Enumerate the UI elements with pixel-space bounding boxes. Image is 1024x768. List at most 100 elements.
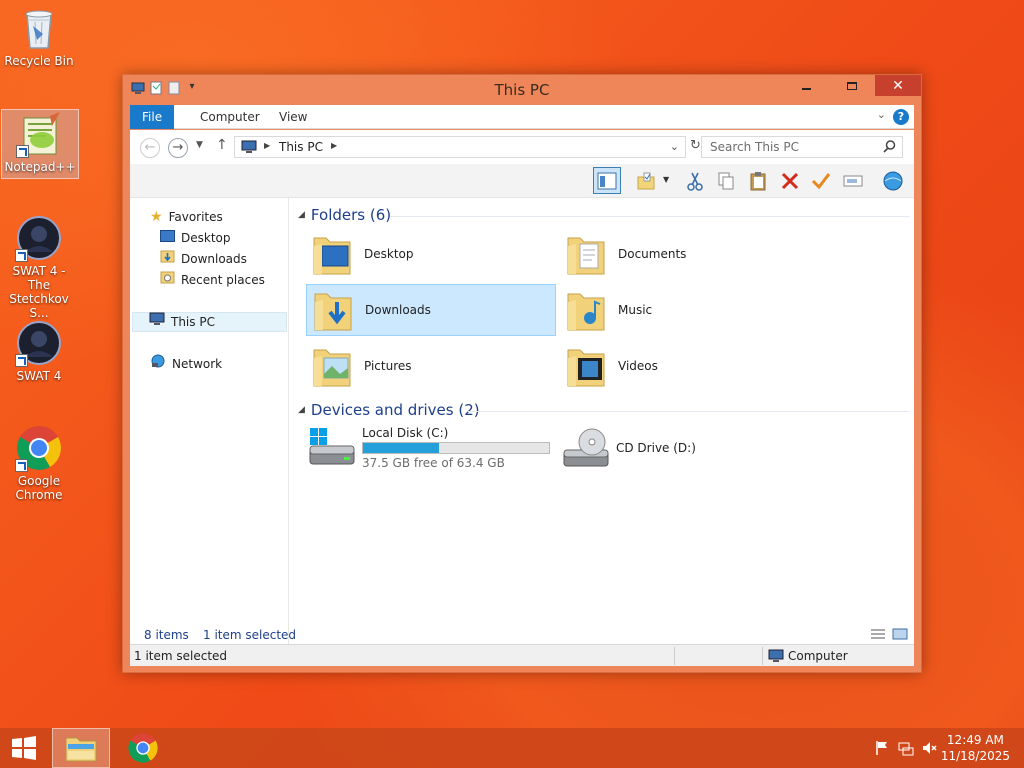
refresh-button[interactable]: ↻ [690,138,701,153]
search-icon [883,140,896,156]
group-header-folders[interactable]: ◢ Folders (6) [298,206,391,224]
network-status-icon[interactable] [898,740,914,756]
rename-field-button[interactable] [839,167,867,194]
system-clock[interactable]: 12:49 AM 11/18/2025 [941,732,1010,764]
copy-button[interactable] [712,167,740,194]
details-line: 8 items 1 item selected [130,628,914,644]
title-bar[interactable]: ▾ This PC ✕ [123,75,921,105]
properties-icon [637,172,655,189]
nav-label: Recent places [181,273,265,287]
tab-view[interactable]: View [267,105,319,129]
rename-button[interactable] [807,167,835,194]
folder-label: Documents [618,247,687,261]
preview-pane-button[interactable] [593,167,621,194]
desktop-icon-label: Notepad++ [4,160,76,174]
folder-label: Music [618,303,653,317]
clipboard-icon [750,171,766,190]
action-center-flag-icon[interactable] [874,740,890,756]
breadcrumb[interactable]: This PC [279,140,323,154]
more-options-icon[interactable]: ▼ [663,175,669,184]
folder-tile-music[interactable]: Music [560,284,810,336]
recent-locations-icon[interactable]: ▼ [196,140,203,150]
help-icon[interactable]: ? [893,109,909,125]
notepad-plus-plus-icon [16,110,64,158]
forward-button[interactable]: → [168,138,188,158]
taskbar: 12:49 AM 11/18/2025 [0,728,1024,768]
chrome-icon [15,424,63,472]
search-box[interactable]: Search This PC [701,136,903,158]
status-divider [674,647,675,665]
group-title: Folders (6) [310,206,392,224]
music-folder-icon [566,288,606,332]
nav-network[interactable]: Network [150,354,222,374]
this-pc-icon [241,140,257,157]
nav-this-pc[interactable]: This PC [132,312,287,332]
close-icon: ✕ [892,77,904,94]
selection-count: 1 item selected [203,628,297,642]
nav-downloads[interactable]: Downloads [160,249,247,269]
folder-label: Downloads [365,303,431,317]
desktop-icon-swat4[interactable]: SWAT 4 [0,319,78,383]
folder-tile-desktop[interactable]: Desktop [306,228,556,280]
expand-ribbon-icon[interactable]: ⌄ [877,108,886,121]
chrome-icon [128,733,158,763]
drive-tile-c[interactable]: Local Disk (C:) 37.5 GB free of 63.4 GB [308,423,558,473]
volume-muted-icon[interactable] [922,740,938,756]
minimize-button[interactable] [783,75,829,96]
nav-desktop[interactable]: Desktop [160,228,231,248]
taskbar-chrome[interactable] [114,728,172,768]
copy-icon [718,172,734,189]
maximize-button[interactable] [829,75,875,96]
shortcut-arrow-icon [16,145,29,158]
videos-folder-icon [566,344,606,388]
folder-label: Pictures [364,359,412,373]
folder-tile-documents[interactable]: Documents [560,228,810,280]
cd-drive-icon [562,426,610,470]
folder-label: Desktop [364,247,414,261]
nav-favorites[interactable]: ★ Favorites [150,207,223,227]
folder-tile-downloads[interactable]: Downloads [306,284,556,336]
downloads-folder-icon [313,288,353,332]
shortcut-arrow-icon [15,459,28,472]
swat4-game-icon [15,214,63,262]
folder-tile-videos[interactable]: Videos [560,340,810,392]
system-properties-button[interactable] [879,167,907,194]
cut-button[interactable] [681,167,709,194]
file-explorer-icon [65,737,97,762]
documents-folder-icon [566,232,606,276]
shortcut-arrow-icon [15,354,28,367]
desktop-icon-notepad[interactable]: Notepad++ [1,109,79,179]
local-disk-icon [308,426,356,470]
back-button[interactable]: ← [140,138,160,158]
desktop-folder-icon [160,228,175,248]
address-field[interactable]: ▶ This PC ▶ ⌄ [234,136,686,158]
properties-button[interactable] [632,167,660,194]
search-input[interactable]: Search This PC [710,140,799,154]
desktop-icon-recycle-bin[interactable]: Recycle Bin [0,4,78,68]
chevron-right-icon: ▶ [331,141,338,150]
computer-zone-icon [768,649,784,666]
shortcut-arrow-icon [15,249,28,262]
chevron-down-icon[interactable]: ⌄ [670,140,679,153]
nav-recent-places[interactable]: Recent places [160,270,265,290]
desktop-icon-swat4-stetchkov[interactable]: SWAT 4 - The Stetchkov S... [0,214,78,320]
tab-computer[interactable]: Computer [188,105,272,129]
desktop-icon-chrome[interactable]: Google Chrome [0,424,78,502]
large-icons-view-icon[interactable] [892,628,908,643]
desktop-icon-label: Google Chrome [15,474,63,502]
group-divider [390,216,910,217]
close-button[interactable]: ✕ [875,75,921,96]
up-button[interactable]: ↑ [216,137,228,153]
folder-tile-pictures[interactable]: Pictures [306,340,556,392]
taskbar-file-explorer[interactable] [52,728,110,768]
delete-button[interactable] [776,167,804,194]
nav-label: Network [172,357,223,371]
group-header-devices[interactable]: ◢ Devices and drives (2) [298,401,480,419]
drive-tile-d[interactable]: CD Drive (D:) [562,423,812,473]
tab-file[interactable]: File [130,105,175,129]
start-button[interactable] [0,728,48,768]
windows-logo-icon [12,736,36,760]
file-list-pane: ◢ Folders (6) Desktop Documents Download… [290,198,914,644]
details-view-icon[interactable] [870,628,886,643]
paste-button[interactable] [744,167,772,194]
